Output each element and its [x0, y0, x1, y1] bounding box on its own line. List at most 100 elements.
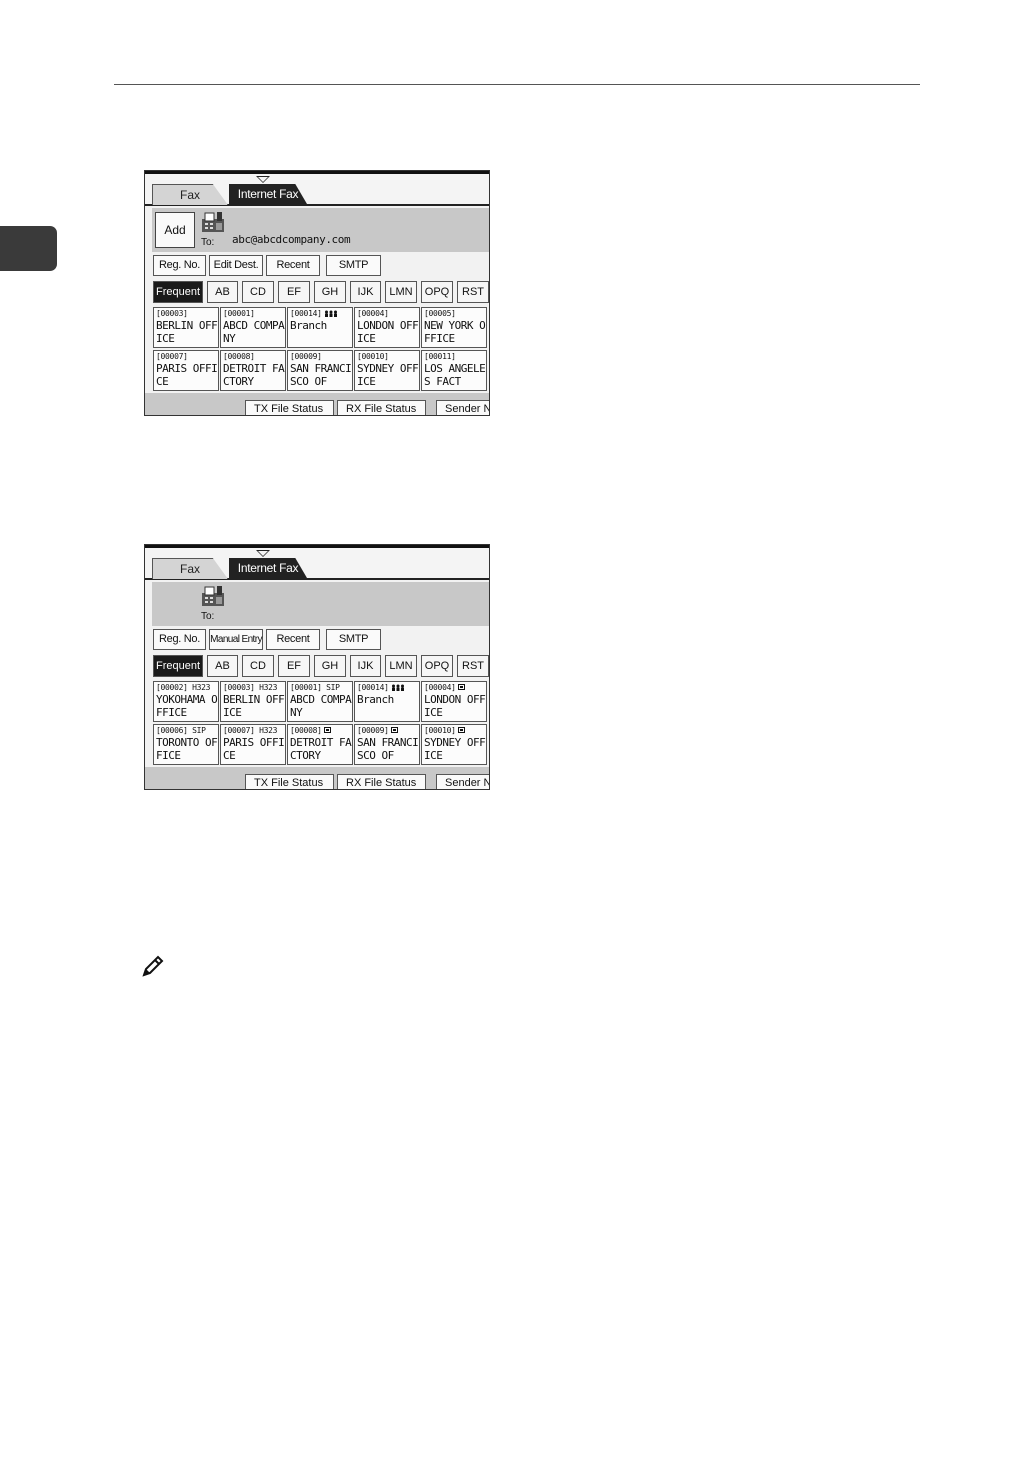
- index-ab[interactable]: AB: [207, 655, 238, 677]
- index-lmn[interactable]: LMN: [385, 281, 417, 303]
- tab-internet-fax[interactable]: Internet Fax: [229, 558, 307, 578]
- fax-machine-icon: [202, 212, 224, 232]
- index-gh[interactable]: GH: [314, 655, 346, 677]
- index-cd[interactable]: CD: [242, 281, 274, 303]
- smtp-button[interactable]: SMTP: [326, 629, 381, 650]
- tx-file-status-button[interactable]: TX File Status: [245, 774, 334, 789]
- destination-name: DETROIT FA CTORY: [290, 736, 352, 762]
- reg-number: [00014]: [357, 683, 389, 692]
- index-rst[interactable]: RST: [457, 655, 489, 677]
- recent-button[interactable]: Recent: [266, 629, 320, 650]
- destination-key[interactable]: [00007] PARIS OFFI CE: [153, 350, 219, 391]
- destination-key[interactable]: [00003] H323 BERLIN OFF ICE: [220, 681, 286, 722]
- destination-address: abc@abcdcompany.com: [232, 233, 351, 246]
- sender-name-button[interactable]: Sender N: [436, 774, 489, 789]
- sender-name-button[interactable]: Sender N: [436, 400, 489, 415]
- index-ef[interactable]: EF: [278, 281, 310, 303]
- reg-number: [00009]: [357, 726, 389, 735]
- destination-name: LOS ANGELE S FACT: [424, 362, 486, 388]
- index-ab[interactable]: AB: [207, 281, 238, 303]
- tab-internet-fax[interactable]: Internet Fax: [229, 184, 307, 204]
- reg-number: [00004]: [424, 683, 456, 692]
- destination-name: NEW YORK O FFICE: [424, 319, 486, 345]
- reg-number: [00010]: [357, 352, 389, 361]
- destination-key[interactable]: [00010] SYDNEY OFF ICE: [354, 350, 420, 391]
- reg-number: [00006] SIP: [156, 726, 206, 735]
- index-tabs: Frequent AB CD EF GH IJK LMN OPQ RST: [152, 655, 489, 678]
- destination-key[interactable]: [00008] DETROIT FA CTORY: [220, 350, 286, 391]
- destination-name: ABCD COMPA NY: [223, 319, 285, 345]
- destination-key[interactable]: [00005] NEW YORK O FFICE: [421, 307, 487, 348]
- group-icon: [325, 310, 337, 317]
- index-ijk[interactable]: IJK: [350, 281, 381, 303]
- fax-screen-empty-destination: Fax Internet Fax To: Reg. No. Manual Ent…: [144, 544, 490, 790]
- reg-number: [00002] H323: [156, 683, 211, 692]
- destination-key[interactable]: [00014] Branch: [354, 681, 420, 722]
- rx-file-status-button[interactable]: RX File Status: [337, 400, 426, 415]
- fax-machine-icon: [202, 586, 224, 606]
- destination-name: BERLIN OFF ICE: [156, 319, 218, 345]
- reg-number: [00009]: [290, 352, 322, 361]
- destination-name: PARIS OFFI CE: [223, 736, 285, 762]
- destination-buttons: Reg. No. Edit Dest. Recent SMTP: [152, 255, 489, 277]
- destination-name: YOKOHAMA O FFICE: [156, 693, 218, 719]
- destination-key[interactable]: [00014] Branch: [287, 307, 353, 348]
- smtp-button[interactable]: SMTP: [326, 255, 381, 276]
- tx-file-status-button[interactable]: TX File Status: [245, 400, 334, 415]
- destination-key[interactable]: [00002] H323 YOKOHAMA O FFICE: [153, 681, 219, 722]
- destination-name: Branch: [357, 693, 394, 706]
- destination-key[interactable]: [00010] SYDNEY OFF ICE: [421, 724, 487, 765]
- destination-name: SAN FRANCI SCO OF: [290, 362, 352, 388]
- edit-dest-button[interactable]: Edit Dest.: [209, 255, 263, 276]
- to-label: To:: [201, 611, 215, 622]
- index-lmn[interactable]: LMN: [385, 655, 417, 677]
- destination-name: DETROIT FA CTORY: [223, 362, 285, 388]
- index-ijk[interactable]: IJK: [350, 655, 381, 677]
- destination-key[interactable]: [00004] LONDON OFF ICE: [421, 681, 487, 722]
- reg-number: [00008]: [290, 726, 322, 735]
- chapter-thumb-tab: [0, 226, 57, 271]
- index-rst[interactable]: RST: [457, 281, 489, 303]
- destination-name: PARIS OFFI CE: [156, 362, 218, 388]
- group-icon: [392, 684, 404, 691]
- destination-name: BERLIN OFF ICE: [223, 693, 285, 719]
- fax-type-icon: [324, 727, 331, 733]
- destination-key[interactable]: [00001] SIP ABCD COMPA NY: [287, 681, 353, 722]
- reg-number: [00005]: [424, 309, 456, 318]
- reg-number: [00003] H323: [223, 683, 278, 692]
- tab-pointer-icon: [256, 176, 270, 183]
- tab-fax[interactable]: Fax: [152, 184, 228, 205]
- reg-no-button[interactable]: Reg. No.: [153, 629, 206, 650]
- reg-no-button[interactable]: Reg. No.: [153, 255, 206, 276]
- destination-name: LONDON OFF ICE: [424, 693, 486, 719]
- destination-key[interactable]: [00004] LONDON OFF ICE: [354, 307, 420, 348]
- destination-key[interactable]: [00001] ABCD COMPA NY: [220, 307, 286, 348]
- destination-key[interactable]: [00007] H323 PARIS OFFI CE: [220, 724, 286, 765]
- destination-area: To:: [152, 582, 489, 626]
- destination-list: [00002] H323 YOKOHAMA O FFICE [00003] H32…: [152, 681, 489, 766]
- index-opq[interactable]: OPQ: [421, 281, 453, 303]
- tab-fax[interactable]: Fax: [152, 558, 228, 579]
- destination-key[interactable]: [00011] LOS ANGELE S FACT: [421, 350, 487, 391]
- reg-number: [00011]: [424, 352, 456, 361]
- destination-name: TORONTO OF FICE: [156, 736, 218, 762]
- destination-area: Add To: abc@abcdcompany.com: [152, 208, 489, 252]
- reg-number: [00008]: [223, 352, 255, 361]
- destination-key[interactable]: [00003] BERLIN OFF ICE: [153, 307, 219, 348]
- index-opq[interactable]: OPQ: [421, 655, 453, 677]
- destination-key[interactable]: [00009] SAN FRANCI SCO OF: [287, 350, 353, 391]
- index-frequent[interactable]: Frequent: [153, 655, 203, 677]
- index-cd[interactable]: CD: [242, 655, 274, 677]
- manual-entry-button[interactable]: Manual Entry: [209, 629, 263, 650]
- index-gh[interactable]: GH: [314, 281, 346, 303]
- destination-key[interactable]: [00008] DETROIT FA CTORY: [287, 724, 353, 765]
- add-button[interactable]: Add: [155, 212, 195, 248]
- recent-button[interactable]: Recent: [266, 255, 320, 276]
- tab-pointer-icon: [256, 550, 270, 557]
- destination-key[interactable]: [00006] SIP TORONTO OF FICE: [153, 724, 219, 765]
- destination-key[interactable]: [00009] SAN FRANCI SCO OF: [354, 724, 420, 765]
- fax-screen-with-destination: Fax Internet Fax Add To: abc@abcdcompany…: [144, 170, 490, 416]
- rx-file-status-button[interactable]: RX File Status: [337, 774, 426, 789]
- index-frequent[interactable]: Frequent: [153, 281, 203, 303]
- index-ef[interactable]: EF: [278, 655, 310, 677]
